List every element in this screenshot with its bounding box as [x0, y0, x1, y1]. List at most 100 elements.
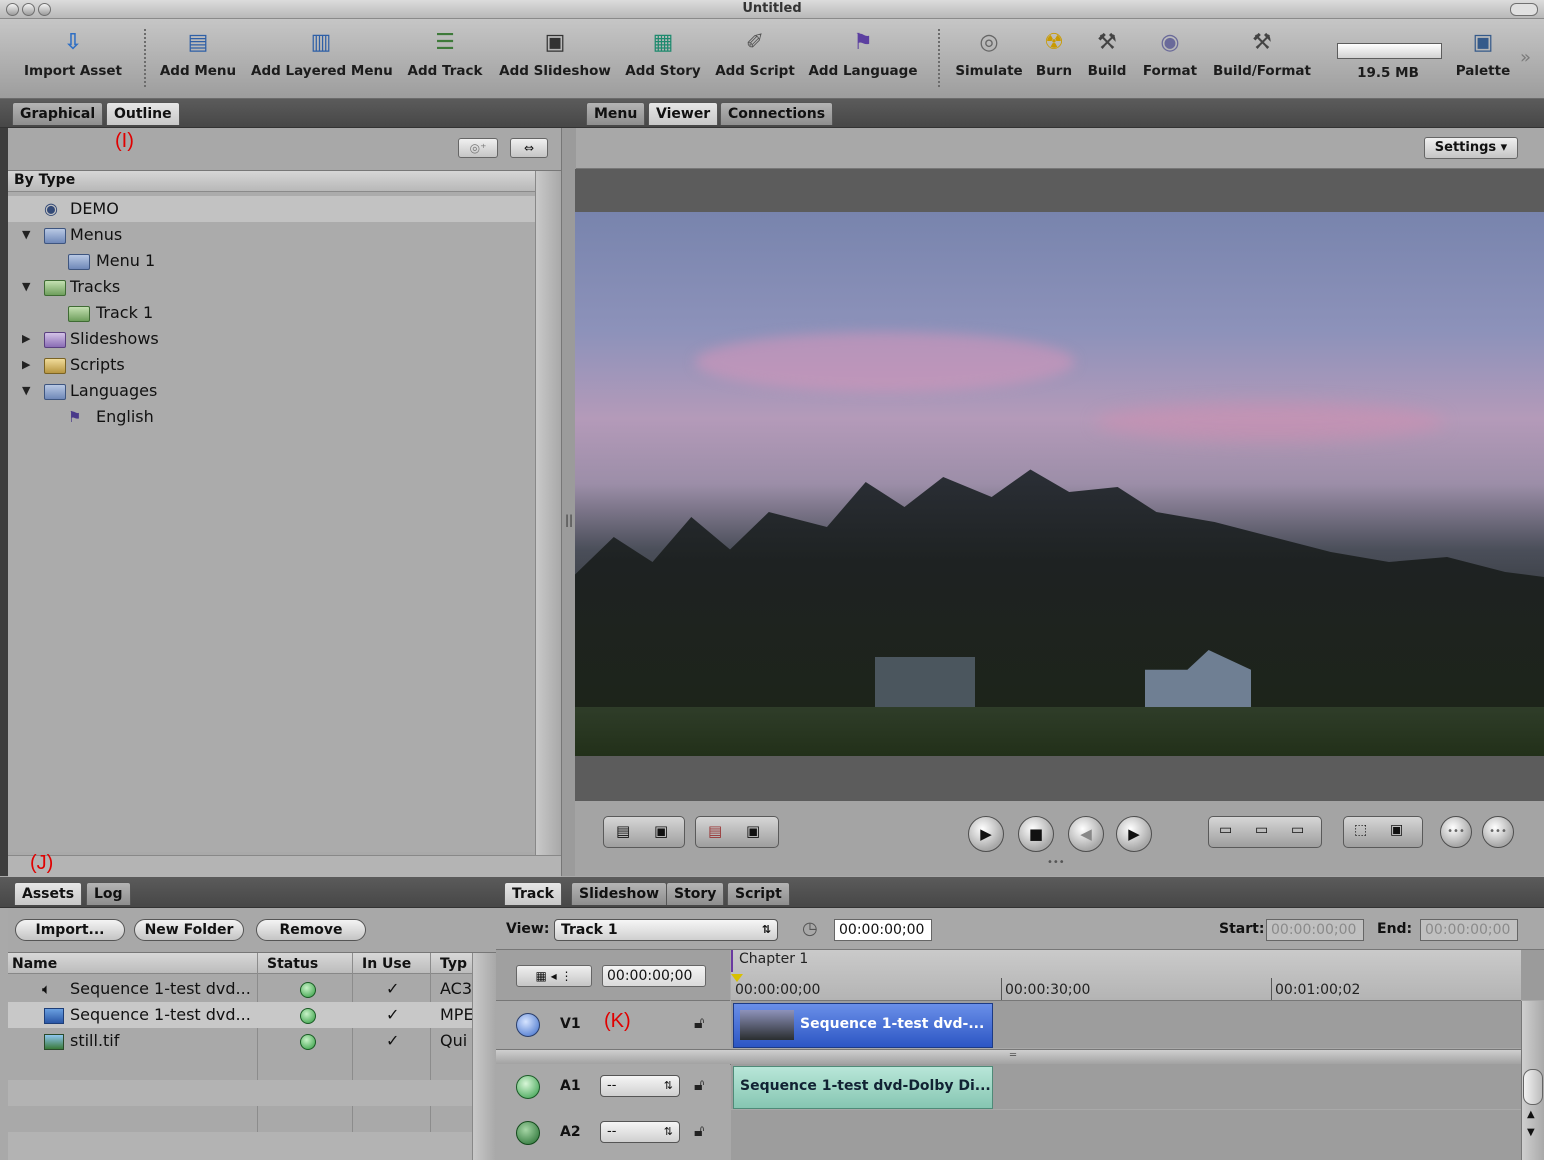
settings-popup[interactable]: Settings ▾	[1424, 137, 1518, 159]
add-layered-menu-button[interactable]: ▥ Add Layered Menu	[251, 29, 393, 95]
outline-item-menus[interactable]: ▼ Menus	[8, 222, 535, 248]
outline-item-menu-1[interactable]: Menu 1	[8, 248, 535, 274]
prev-item-button[interactable]: •••	[1440, 816, 1472, 848]
disclosure-triangle-open-icon[interactable]: ▼	[22, 378, 30, 404]
outline-item-english[interactable]: ⚑ English	[8, 404, 535, 430]
outline-item-demo[interactable]: ◉ DEMO	[8, 196, 535, 222]
tab-script[interactable]: Script	[727, 882, 790, 905]
audio-clip[interactable]: Sequence 1-test dvd-Dolby Di...	[733, 1066, 993, 1109]
build-button[interactable]: ⚒ Build	[1086, 29, 1128, 95]
display-mode-group[interactable]: ▤ ▣	[603, 816, 685, 848]
tab-viewer[interactable]: Viewer	[648, 102, 719, 125]
column-type[interactable]: Typ	[440, 955, 467, 973]
outline-item-languages[interactable]: ▼ Languages	[8, 378, 535, 404]
status-ok-icon	[300, 1008, 316, 1024]
add-story-button[interactable]: ▦ Add Story	[625, 29, 701, 95]
outline-item-slideshows[interactable]: ▶ Slideshows	[8, 326, 535, 352]
assets-scrollbar[interactable]	[472, 953, 497, 1160]
column-in-use[interactable]: In Use	[362, 955, 411, 973]
playhead-timecode[interactable]: 00:00:00;00	[602, 965, 706, 987]
tab-track[interactable]: Track	[504, 882, 562, 905]
disclosure-triangle-open-icon[interactable]: ▼	[22, 222, 30, 248]
fit-view-button[interactable]: ⇔	[510, 138, 548, 158]
video-clip[interactable]: Sequence 1-test dvd-...	[733, 1003, 993, 1048]
tab-connections[interactable]: Connections	[720, 102, 834, 125]
asset-row[interactable]: still.tif ✓ Qui	[8, 1028, 472, 1054]
add-slideshow-button[interactable]: ▣ Add Slideshow	[499, 29, 611, 95]
add-script-button[interactable]: ✐ Add Script	[715, 29, 795, 95]
track-view-toggle[interactable]: ▦ ◂ ⋮	[516, 965, 592, 987]
next-frame-button[interactable]: ▶	[1116, 816, 1152, 852]
lock-icon[interactable]: 🔓︎	[694, 1121, 704, 1141]
asset-row[interactable]: 🔈︎ Sequence 1-test dvd... ✓ AC3	[8, 976, 472, 1002]
annotation-marker-k: (K)	[604, 1010, 631, 1032]
outline-item-tracks[interactable]: ▼ Tracks	[8, 274, 535, 300]
disclosure-triangle-open-icon[interactable]: ▼	[22, 274, 30, 300]
timecode-field[interactable]: 00:00:00;00	[834, 919, 932, 941]
toolbar-overflow-icon[interactable]: »	[1520, 47, 1531, 68]
lock-icon[interactable]: 🔓︎	[694, 1075, 704, 1095]
next-item-button[interactable]: •••	[1482, 816, 1514, 848]
stop-button[interactable]: ■	[1018, 816, 1054, 852]
end-label: End:	[1377, 921, 1413, 937]
button-state-group[interactable]: ▭ ▭ ▭	[1208, 816, 1322, 848]
grid-view-icon: ⋮	[560, 969, 573, 983]
outline-item-track-1[interactable]: Track 1	[8, 300, 535, 326]
controls-grip-icon[interactable]: •••	[1047, 857, 1065, 868]
audio-stream-popup[interactable]: -- ⇅	[600, 1121, 680, 1143]
disclosure-triangle-closed-icon[interactable]: ▶	[22, 326, 30, 352]
outline-item-scripts[interactable]: ▶ Scripts	[8, 352, 535, 378]
add-language-button[interactable]: ⚑ Add Language	[808, 29, 918, 95]
timeline-scrollbar[interactable]: ▲ ▼	[1521, 1001, 1544, 1160]
view-track-popup[interactable]: Track 1 ⇅	[554, 919, 778, 941]
tab-story[interactable]: Story	[666, 882, 725, 905]
tab-assets[interactable]: Assets	[14, 882, 83, 905]
viewer-preview-image	[575, 212, 1544, 756]
palette-button[interactable]: ▣ Palette	[1455, 29, 1511, 95]
lock-icon[interactable]: 🔓︎	[694, 1013, 704, 1033]
scroll-thumb[interactable]	[1523, 1069, 1543, 1105]
lane-a1-track[interactable]: Sequence 1-test dvd-Dolby Di...	[731, 1064, 1521, 1109]
add-menu-button[interactable]: ▤ Add Menu	[158, 29, 238, 95]
add-track-button[interactable]: ☰ Add Track	[405, 29, 485, 95]
ruler-label: 00:00:30;00	[1005, 982, 1091, 998]
outline-header-by-type[interactable]: By Type	[14, 172, 75, 188]
add-menu-icon: ▤	[187, 30, 209, 55]
audio-lane-enable-icon[interactable]	[516, 1075, 540, 1099]
toolbar-toggle-button[interactable]	[1510, 3, 1538, 16]
tab-graphical[interactable]: Graphical	[12, 102, 104, 125]
format-button[interactable]: ◉ Format	[1141, 29, 1199, 95]
chapter-marker-icon[interactable]	[731, 950, 733, 972]
column-status[interactable]: Status	[267, 955, 318, 973]
tab-log[interactable]: Log	[86, 882, 131, 905]
outline-scrollbar[interactable]	[535, 171, 562, 855]
import-button[interactable]: Import...	[15, 919, 125, 941]
timeline-ruler[interactable]: Chapter 1 00:00:00;00 00:00:30;00 00:01:…	[731, 950, 1521, 1001]
asset-row[interactable]: Sequence 1-test dvd... ✓ MPE	[8, 1002, 472, 1028]
burn-button[interactable]: ☢ Burn	[1034, 29, 1074, 95]
lane-v1-track[interactable]: Sequence 1-test dvd-...	[731, 1001, 1521, 1048]
play-button[interactable]: ▶	[968, 816, 1004, 852]
tab-slideshow[interactable]: Slideshow	[571, 882, 668, 905]
column-name[interactable]: Name	[12, 955, 57, 973]
add-item-button[interactable]: ◎⁺	[458, 138, 498, 158]
tab-outline[interactable]: Outline	[106, 102, 180, 125]
previous-frame-button[interactable]: ◀	[1068, 816, 1104, 852]
remove-button[interactable]: Remove	[256, 919, 366, 941]
audio-stream-popup[interactable]: -- ⇅	[600, 1075, 680, 1097]
import-asset-button[interactable]: ⇩ Import Asset	[24, 29, 122, 95]
tab-menu[interactable]: Menu	[586, 102, 646, 125]
lane-a2-track[interactable]	[731, 1110, 1521, 1160]
playhead-marker-icon[interactable]	[731, 974, 743, 982]
video-audio-splitter[interactable]: ═	[496, 1049, 1544, 1065]
audio-lane-enable-icon[interactable]	[516, 1121, 540, 1145]
simulate-button[interactable]: ◎ Simulate	[955, 29, 1023, 95]
scroll-down-icon[interactable]: ▼	[1527, 1127, 1535, 1138]
new-folder-button[interactable]: New Folder	[134, 919, 244, 941]
subtitle-mode-group[interactable]: ▤ ▣	[695, 816, 779, 848]
disclosure-triangle-closed-icon[interactable]: ▶	[22, 352, 30, 378]
video-lane-enable-icon[interactable]	[516, 1013, 540, 1037]
safe-area-group[interactable]: ⬚ ▣	[1343, 816, 1423, 848]
build-format-button[interactable]: ⚒ Build/Format	[1211, 29, 1313, 95]
scroll-up-icon[interactable]: ▲	[1527, 1109, 1535, 1120]
